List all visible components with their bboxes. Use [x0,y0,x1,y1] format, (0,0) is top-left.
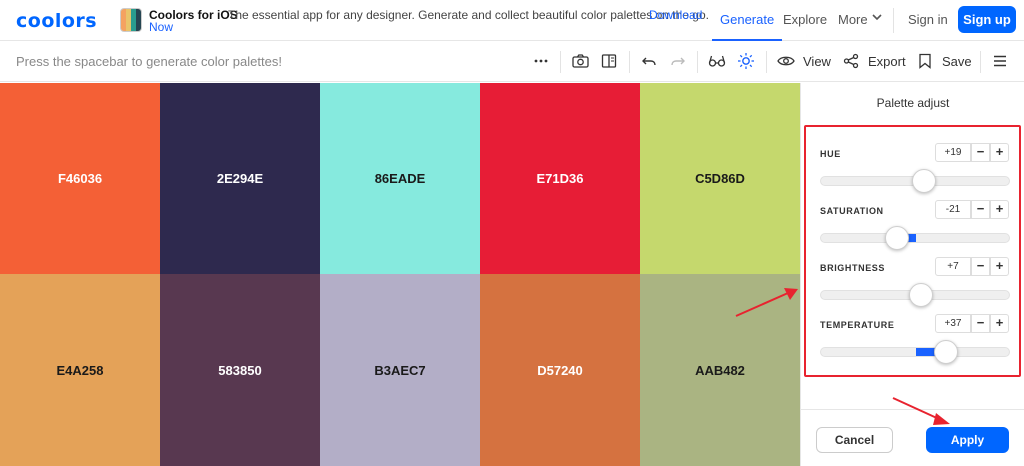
brightness-value-input[interactable]: +7 [935,257,971,276]
toolbar-divider [766,51,767,73]
camera-icon[interactable] [571,52,589,70]
brightness-increase-button[interactable]: + [990,257,1009,276]
saturation-increase-button[interactable]: + [990,200,1009,219]
color-swatch[interactable]: 2E294E [160,83,320,274]
save-button[interactable]: Save [942,54,972,69]
bookmark-icon[interactable] [916,52,934,70]
download-link[interactable]: Download [649,8,702,22]
sun-icon[interactable] [737,52,755,70]
brightness-label: BRIGHTNESS [820,263,886,273]
color-swatch[interactable]: 583850 [160,274,320,466]
color-swatch[interactable]: F46036 [0,83,160,274]
spacebar-hint: Press the spacebar to generate color pal… [16,54,282,69]
nav-generate[interactable]: Generate [712,0,783,41]
redo-icon[interactable] [669,52,687,70]
undo-icon[interactable] [640,52,658,70]
temperature-slider-track[interactable] [820,340,1010,364]
hue-slider-track[interactable] [820,169,1010,193]
color-swatch[interactable]: AAB482 [640,274,800,466]
sidebar-icon[interactable] [600,52,618,70]
swatch-hex[interactable]: B3AEC7 [374,363,425,378]
color-swatch[interactable]: C5D86D [640,83,800,274]
swatch-hex[interactable]: E71D36 [537,171,584,186]
saturation-value-input[interactable]: -21 [935,200,971,219]
nav-divider [893,8,894,33]
color-swatch[interactable]: E71D36 [480,83,640,274]
toolbar: Press the spacebar to generate color pal… [0,41,1024,82]
coolors-logo[interactable]: coolors [16,10,97,32]
temperature-label: TEMPERATURE [820,320,895,330]
promo-description: The essential app for any designer. Gene… [228,8,709,22]
toolbar-divider [629,51,630,73]
temperature-value-input[interactable]: +37 [935,314,971,333]
swatch-hex[interactable]: 583850 [218,363,261,378]
toolbar-divider [560,51,561,73]
more-dots-icon[interactable] [532,52,550,70]
top-nav: coolors Coolors for iOS The essential ap… [0,0,1024,41]
hue-label: HUE [820,149,841,159]
panel-divider [801,409,1024,410]
color-palette: F46036 2E294E 86EADE E71D36 C5D86D E4A25… [0,83,800,466]
nav-more[interactable]: More [838,12,868,27]
download-now-link[interactable]: Now [149,20,173,34]
hue-slider-thumb[interactable] [912,169,936,193]
hue-decrease-button[interactable]: − [971,143,990,162]
color-swatch[interactable]: E4A258 [0,274,160,466]
cancel-button[interactable]: Cancel [816,427,893,453]
swatch-hex[interactable]: C5D86D [695,171,745,186]
swatch-hex[interactable]: 2E294E [217,171,263,186]
temperature-increase-button[interactable]: + [990,314,1009,333]
color-swatch[interactable]: D57240 [480,274,640,466]
ios-app-thumbnail [120,8,142,32]
apply-button[interactable]: Apply [926,427,1009,453]
hue-value-input[interactable]: +19 [935,143,971,162]
adjust-controls-highlight: HUE +19 − + SATURATION -21 − + BRIGHTNES… [804,125,1021,377]
sign-in-link[interactable]: Sign in [908,12,948,27]
share-icon[interactable] [842,52,860,70]
brightness-decrease-button[interactable]: − [971,257,990,276]
panel-title: Palette adjust [876,96,950,110]
export-button[interactable]: Export [868,54,906,69]
brightness-slider-track[interactable] [820,283,1010,307]
nav-explore[interactable]: Explore [783,12,827,27]
swatch-hex[interactable]: E4A258 [57,363,104,378]
menu-icon[interactable] [991,52,1009,70]
palette-adjust-panel: Palette adjust HUE +19 − + SATURATION -2… [800,83,1024,466]
temperature-decrease-button[interactable]: − [971,314,990,333]
swatch-hex[interactable]: AAB482 [695,363,745,378]
view-button[interactable]: View [803,54,831,69]
toolbar-divider [980,51,981,73]
saturation-slider-track[interactable] [820,226,1010,250]
brightness-slider-thumb[interactable] [909,283,933,307]
color-swatch[interactable]: 86EADE [320,83,480,274]
sign-up-button[interactable]: Sign up [958,6,1016,33]
saturation-label: SATURATION [820,206,884,216]
swatch-hex[interactable]: F46036 [58,171,102,186]
saturation-slider-thumb[interactable] [885,226,909,250]
swatch-hex[interactable]: D57240 [537,363,583,378]
saturation-decrease-button[interactable]: − [971,200,990,219]
hue-increase-button[interactable]: + [990,143,1009,162]
eye-icon[interactable] [777,52,795,70]
swatch-hex[interactable]: 86EADE [375,171,426,186]
temperature-slider-thumb[interactable] [934,340,958,364]
glasses-icon[interactable] [708,52,726,70]
chevron-down-icon[interactable] [871,11,883,26]
toolbar-divider [697,51,698,73]
color-swatch[interactable]: B3AEC7 [320,274,480,466]
